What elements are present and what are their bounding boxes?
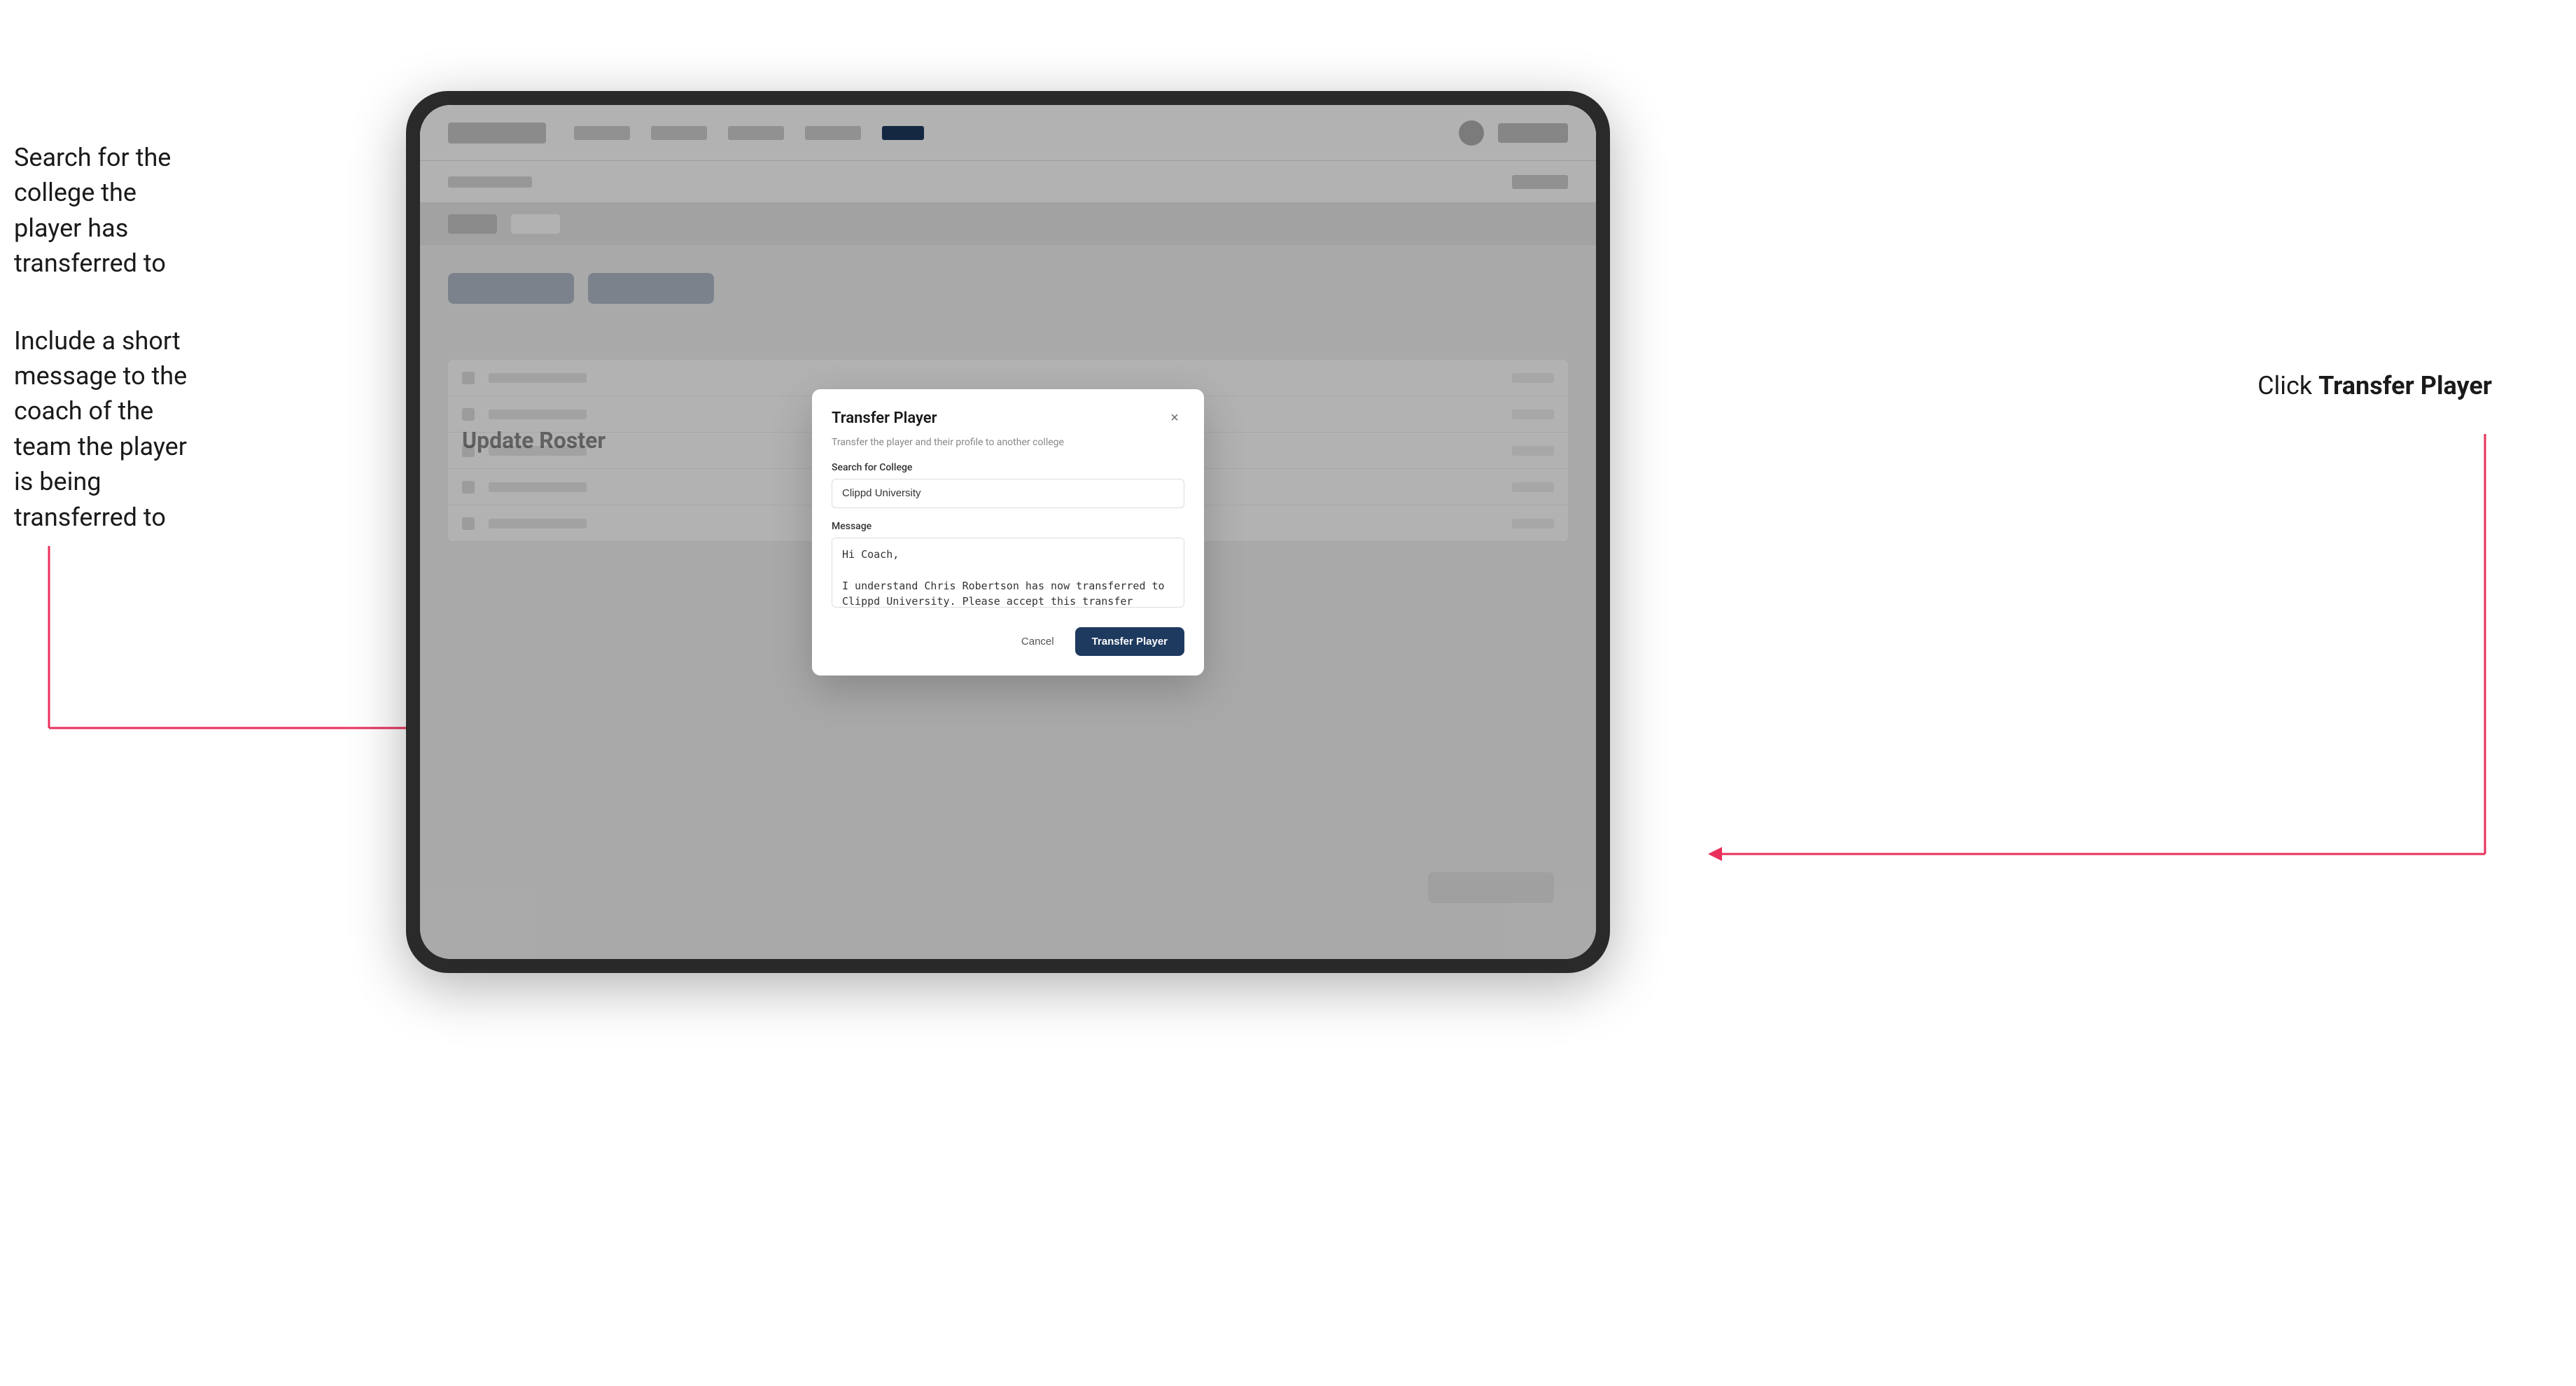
modal-header: Transfer Player ×: [832, 409, 1184, 428]
transfer-player-modal: Transfer Player × Transfer the player an…: [812, 389, 1204, 676]
annotation-right-bold: Transfer Player: [2318, 371, 2492, 400]
search-college-label: Search for College: [832, 462, 1184, 473]
annotation-right-prefix: Click: [2258, 371, 2318, 400]
annotation-tip2: Include a short message to the coach of …: [14, 326, 187, 532]
modal-overlay: Transfer Player × Transfer the player an…: [420, 105, 1596, 959]
modal-subtitle: Transfer the player and their profile to…: [832, 437, 1184, 448]
modal-title: Transfer Player: [832, 410, 937, 427]
ipad-device: Update Roster: [406, 91, 1610, 973]
message-label: Message: [832, 521, 1184, 532]
search-college-input[interactable]: [832, 479, 1184, 508]
cancel-button[interactable]: Cancel: [1010, 629, 1065, 654]
message-textarea[interactable]: Hi Coach, I understand Chris Robertson h…: [832, 538, 1184, 608]
modal-footer: Cancel Transfer Player: [832, 627, 1184, 656]
annotation-tip1: Search for the college the player has tr…: [14, 143, 171, 278]
modal-close-button[interactable]: ×: [1165, 409, 1184, 428]
left-annotation: Search for the college the player has tr…: [14, 140, 210, 535]
close-icon: ×: [1170, 410, 1179, 426]
ipad-screen: Update Roster: [420, 105, 1596, 959]
right-annotation: Click Transfer Player: [2258, 371, 2492, 400]
transfer-player-button[interactable]: Transfer Player: [1075, 627, 1184, 656]
